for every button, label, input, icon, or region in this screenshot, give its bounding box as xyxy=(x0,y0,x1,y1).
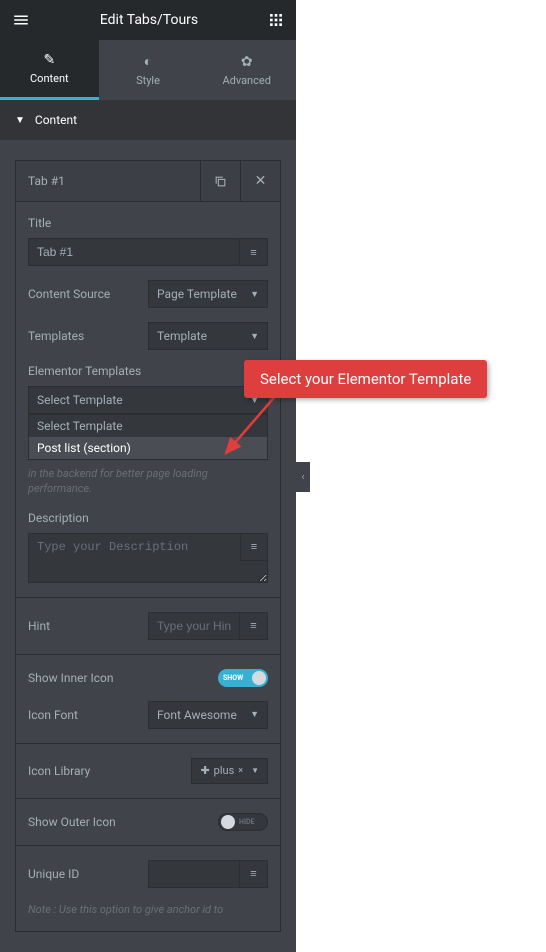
database-icon: ≡ xyxy=(250,867,256,880)
remove-button[interactable]: ✕ xyxy=(240,161,280,201)
icon-library-button[interactable]: ✚ plus × ▼ xyxy=(191,758,268,784)
tab-advanced[interactable]: ✿ Advanced xyxy=(197,40,296,100)
dynamic-button[interactable]: ≡ xyxy=(240,238,268,266)
tooltip-callout: Select your Elementor Template xyxy=(244,360,487,398)
repeater-item-title: Tab #1 xyxy=(16,174,200,188)
copy-icon xyxy=(214,175,227,188)
tab-label: Advanced xyxy=(222,74,270,87)
show-inner-label: Show Inner Icon xyxy=(28,671,208,685)
toggle-label: HIDE xyxy=(239,818,254,826)
dynamic-button[interactable]: ≡ xyxy=(240,533,268,561)
select-value: Select Template xyxy=(37,393,123,407)
description-input[interactable] xyxy=(28,533,268,583)
divider xyxy=(16,743,280,744)
dropdown-option[interactable]: Select Template xyxy=(29,415,267,437)
unique-id-input[interactable] xyxy=(148,860,240,888)
el-templates-select[interactable]: Select Template ▼ xyxy=(28,386,268,414)
select-value: Page Template xyxy=(157,287,237,301)
toggle-knob xyxy=(221,815,235,829)
panel-header: Edit Tabs/Tours xyxy=(0,0,296,40)
tab-style[interactable]: ◐ Style xyxy=(99,40,198,100)
section-title: Content xyxy=(35,113,77,127)
menu-icon[interactable] xyxy=(12,11,30,29)
tab-label: Content xyxy=(30,72,69,85)
collapse-panel-handle[interactable]: ‹ xyxy=(296,462,310,492)
title-label: Title xyxy=(28,216,268,230)
main-tabs: ✎ Content ◐ Style ✿ Advanced xyxy=(0,40,296,100)
tab-content[interactable]: ✎ Content xyxy=(0,40,99,100)
caret-down-icon: ▼ xyxy=(15,115,25,126)
note-text: in the backend for better page loading p… xyxy=(28,466,268,497)
divider xyxy=(16,654,280,655)
icon-lib-value: plus xyxy=(214,764,235,777)
contrast-icon: ◐ xyxy=(144,53,152,70)
title-input[interactable] xyxy=(28,238,240,266)
chevron-down-icon: ▼ xyxy=(251,766,259,775)
select-value: Font Awesome xyxy=(157,708,237,722)
show-outer-label: Show Outer Icon xyxy=(28,815,208,829)
chevron-down-icon: ▼ xyxy=(250,709,259,720)
show-outer-toggle[interactable]: HIDE xyxy=(218,813,268,831)
content-source-select[interactable]: Page Template ▼ xyxy=(148,280,268,308)
dynamic-button[interactable]: ≡ xyxy=(240,612,268,640)
divider xyxy=(16,845,280,846)
close-icon: ✕ xyxy=(255,173,267,189)
unique-id-note: Note : Use this option to give anchor id… xyxy=(28,902,268,917)
toggle-label: SHOW xyxy=(223,674,243,682)
pencil-icon: ✎ xyxy=(43,52,55,68)
show-inner-toggle[interactable]: SHOW xyxy=(218,669,268,687)
tab-label: Style xyxy=(136,74,160,87)
icon-font-label: Icon Font xyxy=(28,708,138,722)
header-title: Edit Tabs/Tours xyxy=(30,12,268,28)
icon-font-select[interactable]: Font Awesome ▼ xyxy=(148,701,268,729)
chevron-left-icon: ‹ xyxy=(301,472,304,483)
database-icon: ≡ xyxy=(250,619,256,632)
duplicate-button[interactable] xyxy=(200,161,240,201)
plus-icon: ✚ xyxy=(200,764,209,777)
gear-icon: ✿ xyxy=(241,54,253,70)
chevron-down-icon: ▼ xyxy=(250,331,259,342)
el-templates-label: Elementor Templates xyxy=(28,364,268,378)
unique-id-label: Unique ID xyxy=(28,867,138,881)
content-source-label: Content Source xyxy=(28,287,138,301)
templates-label: Templates xyxy=(28,329,138,343)
divider xyxy=(16,798,280,799)
section-content-header[interactable]: ▼ Content xyxy=(0,100,296,140)
toggle-knob xyxy=(252,671,266,685)
description-label: Description xyxy=(28,511,268,525)
icon-library-label: Icon Library xyxy=(28,764,181,778)
repeater-item-header[interactable]: Tab #1 ✕ xyxy=(16,161,280,201)
close-icon: × xyxy=(238,766,243,776)
dropdown-option[interactable]: Post list (section) xyxy=(29,437,267,459)
database-icon: ≡ xyxy=(251,540,257,553)
hint-input[interactable] xyxy=(148,612,240,640)
dynamic-button[interactable]: ≡ xyxy=(240,860,268,888)
hint-label: Hint xyxy=(28,619,138,633)
database-icon: ≡ xyxy=(250,246,256,259)
select-value: Template xyxy=(157,329,207,343)
apps-icon[interactable] xyxy=(268,12,284,28)
chevron-down-icon: ▼ xyxy=(250,289,259,300)
templates-select[interactable]: Template ▼ xyxy=(148,322,268,350)
divider xyxy=(16,597,280,598)
el-templates-dropdown: Select Template Post list (section) xyxy=(28,414,268,460)
